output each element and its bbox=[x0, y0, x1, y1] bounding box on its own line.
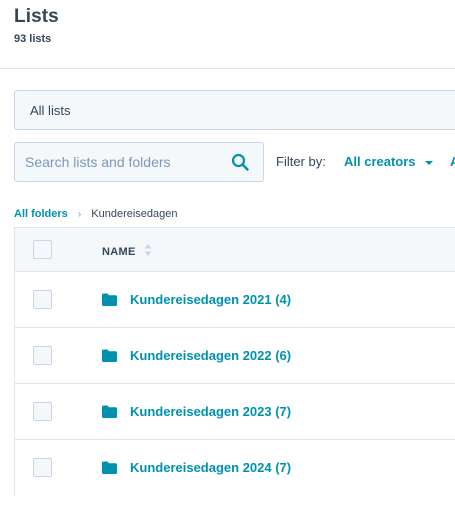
folder-icon bbox=[102, 293, 117, 306]
table-row[interactable]: Kundereisedagen 2022 (6) bbox=[15, 328, 455, 384]
table-row[interactable]: Kundereisedagen 2024 (7) bbox=[15, 440, 455, 496]
breadcrumb-current-folder: Kundereisedagen bbox=[91, 208, 178, 220]
row-checkbox[interactable] bbox=[33, 402, 52, 421]
folder-link[interactable]: Kundereisedagen 2024 (7) bbox=[130, 460, 291, 475]
table-row[interactable]: Kundereisedagen 2023 (7) bbox=[15, 384, 455, 440]
creator-filter-dropdown[interactable]: All creators bbox=[344, 154, 434, 169]
view-tab-all-lists[interactable]: All lists bbox=[14, 90, 455, 130]
row-checkbox[interactable] bbox=[33, 346, 52, 365]
header-divider bbox=[0, 68, 455, 69]
folder-icon bbox=[102, 461, 117, 474]
search-box[interactable] bbox=[14, 142, 264, 182]
table-row[interactable]: Kundereisedagen 2021 (4) bbox=[15, 272, 455, 328]
view-tab-label: All lists bbox=[30, 103, 71, 118]
breadcrumb-all-folders[interactable]: All folders bbox=[14, 208, 68, 220]
creator-filter-value: All creators bbox=[344, 154, 416, 169]
table-header: NAME bbox=[15, 228, 455, 272]
column-header-name[interactable]: NAME bbox=[102, 246, 136, 258]
caret-down-icon bbox=[425, 160, 434, 165]
search-input[interactable] bbox=[25, 143, 225, 181]
list-count: 93 lists bbox=[14, 33, 52, 45]
row-checkbox[interactable] bbox=[33, 458, 52, 477]
lists-table: NAME Kundereisedagen 2021 (4) Kundereise… bbox=[14, 227, 455, 496]
filter-label: Filter by: bbox=[276, 154, 326, 169]
folder-link[interactable]: Kundereisedagen 2022 (6) bbox=[130, 348, 291, 363]
select-all-checkbox[interactable] bbox=[33, 240, 52, 259]
folder-icon bbox=[102, 349, 117, 362]
search-icon[interactable] bbox=[231, 153, 249, 171]
page-title: Lists bbox=[14, 6, 59, 27]
breadcrumb-separator-icon: › bbox=[77, 209, 82, 220]
page-header: Lists 93 lists bbox=[14, 6, 59, 45]
row-checkbox[interactable] bbox=[33, 290, 52, 309]
lists-page: Lists 93 lists All lists Filter by: All … bbox=[0, 0, 455, 513]
breadcrumb: All folders › Kundereisedagen bbox=[14, 208, 178, 220]
folder-link[interactable]: Kundereisedagen 2021 (4) bbox=[130, 292, 291, 307]
folder-icon bbox=[102, 405, 117, 418]
sort-icon[interactable] bbox=[144, 243, 152, 257]
next-filter-dropdown[interactable]: A bbox=[450, 154, 455, 169]
folder-link[interactable]: Kundereisedagen 2023 (7) bbox=[130, 404, 291, 419]
